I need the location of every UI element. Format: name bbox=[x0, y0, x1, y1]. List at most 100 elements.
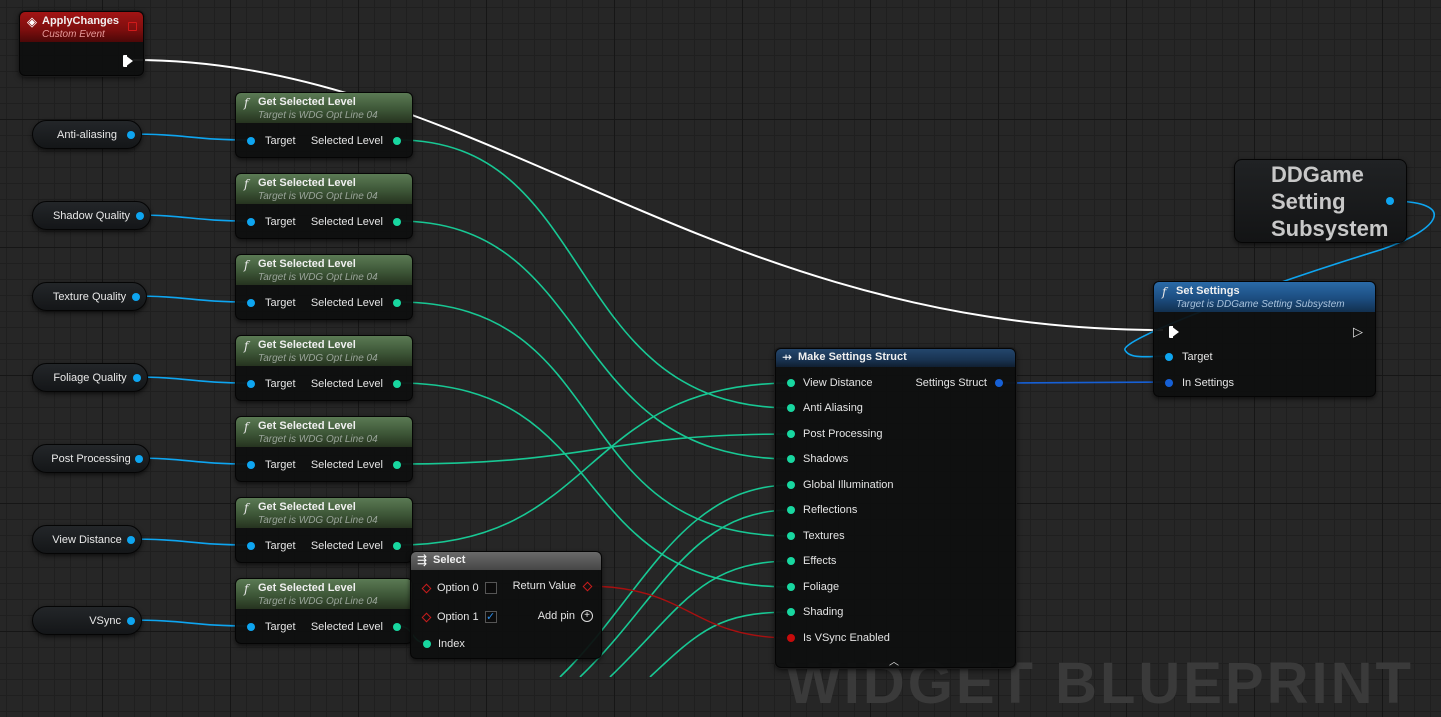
set-settings-subtitle: Target is DDGame Setting Subsystem bbox=[1176, 299, 1345, 310]
exec-out-pin[interactable] bbox=[123, 55, 133, 67]
selected-level-pin[interactable] bbox=[393, 461, 401, 469]
target-pin[interactable] bbox=[247, 137, 255, 145]
input-label: Shadows bbox=[803, 453, 849, 465]
shadow-quality-variable[interactable]: Shadow Quality bbox=[32, 201, 151, 230]
option-1-pin[interactable] bbox=[421, 612, 432, 622]
index-pin[interactable] bbox=[423, 640, 431, 648]
foliage-pin[interactable] bbox=[787, 583, 795, 591]
return-value-label: Return Value bbox=[512, 580, 576, 592]
selected-level-pin[interactable] bbox=[393, 623, 401, 631]
selected-level-label: Selected Level bbox=[310, 378, 383, 390]
target-pin[interactable] bbox=[247, 380, 255, 388]
foliage-quality-variable[interactable]: Foliage Quality bbox=[32, 363, 148, 392]
function-node-header: f Get Selected Level Target is WDG Opt Lin… bbox=[236, 93, 412, 123]
effects-pin[interactable] bbox=[787, 557, 795, 565]
selected-level-pin[interactable] bbox=[393, 299, 401, 307]
struct-input-row: Global Illumination bbox=[787, 477, 894, 493]
post-processing-variable[interactable]: Post Processing bbox=[32, 444, 150, 473]
get-selected-level-node[interactable]: f Get Selected Level Target is WDG Opt Lin… bbox=[235, 173, 413, 239]
target-pin[interactable] bbox=[247, 461, 255, 469]
view-distance-variable[interactable]: View Distance bbox=[32, 525, 142, 554]
option-1-checkbox[interactable]: ✓ bbox=[484, 611, 497, 623]
target-pin-label: Target bbox=[1182, 351, 1213, 363]
target-pin[interactable] bbox=[247, 299, 255, 307]
global-illumination-pin[interactable] bbox=[787, 481, 795, 489]
selected-level-label: Selected Level bbox=[310, 135, 383, 147]
wire-view-distance bbox=[397, 382, 792, 546]
exec-in-pin[interactable] bbox=[1169, 326, 1179, 338]
variable-label: Shadow Quality bbox=[52, 209, 131, 222]
apply-changes-event-node[interactable]: ◈ ApplyChanges Custom Event bbox=[19, 11, 144, 76]
selected-level-pin[interactable] bbox=[393, 218, 401, 226]
variable-out-pin[interactable] bbox=[127, 130, 135, 139]
make-struct-title: Make Settings Struct bbox=[798, 351, 907, 363]
selected-level-pin[interactable] bbox=[393, 137, 401, 145]
target-pin-row: Target bbox=[247, 133, 296, 149]
get-selected-level-node[interactable]: f Get Selected Level Target is WDG Opt Lin… bbox=[235, 416, 413, 482]
function-subtitle: Target is WDG Opt Line 04 bbox=[258, 191, 378, 202]
subsystem-out-pin[interactable] bbox=[1386, 197, 1394, 205]
in-settings-row: In Settings bbox=[1165, 375, 1234, 391]
ddgame-setting-subsystem-node[interactable]: DDGame Setting Subsystem bbox=[1234, 159, 1407, 243]
variable-out-pin[interactable] bbox=[127, 616, 135, 625]
variable-out-pin[interactable] bbox=[132, 292, 140, 301]
reflections-pin[interactable] bbox=[787, 506, 795, 514]
variable-out-pin[interactable] bbox=[136, 211, 144, 220]
wire-var-target bbox=[134, 214, 252, 222]
get-selected-level-node[interactable]: f Get Selected Level Target is WDG Opt Lin… bbox=[235, 254, 413, 320]
settings-struct-pin[interactable] bbox=[995, 379, 1003, 387]
get-selected-level-node[interactable]: f Get Selected Level Target is WDG Opt Lin… bbox=[235, 92, 413, 158]
in-settings-label: In Settings bbox=[1182, 377, 1234, 389]
event-delegate-pin[interactable] bbox=[128, 22, 137, 31]
selected-level-pin[interactable] bbox=[393, 542, 401, 550]
target-pin[interactable] bbox=[247, 623, 255, 631]
shadows-pin[interactable] bbox=[787, 455, 795, 463]
target-pin[interactable] bbox=[247, 542, 255, 550]
anti-aliasing-variable[interactable]: Anti-aliasing bbox=[32, 120, 142, 149]
exec-out-row: ▷ bbox=[1353, 324, 1363, 340]
in-settings-pin[interactable] bbox=[1165, 379, 1173, 387]
get-selected-level-node[interactable]: f Get Selected Level Target is WDG Opt Lin… bbox=[235, 497, 413, 563]
get-selected-level-node[interactable]: f Get Selected Level Target is WDG Opt Lin… bbox=[235, 578, 413, 644]
struct-input-row: Textures bbox=[787, 528, 845, 544]
function-node-header: f Get Selected Level Target is WDG Opt Lin… bbox=[236, 579, 412, 609]
selected-level-pin[interactable] bbox=[393, 380, 401, 388]
return-value-pin[interactable] bbox=[582, 581, 593, 591]
post-processing-pin[interactable] bbox=[787, 430, 795, 438]
textures-pin[interactable] bbox=[787, 532, 795, 540]
struct-input-row: Foliage bbox=[787, 579, 839, 595]
exec-out-pin[interactable]: ▷ bbox=[1353, 324, 1363, 340]
variable-out-pin[interactable] bbox=[127, 535, 135, 544]
input-label: Foliage bbox=[803, 581, 840, 593]
option-0-pin[interactable] bbox=[421, 583, 432, 593]
option-0-checkbox[interactable] bbox=[484, 582, 497, 594]
function-subtitle: Target is WDG Opt Line 04 bbox=[258, 110, 378, 121]
wire-shadows bbox=[397, 220, 792, 460]
function-icon: f bbox=[244, 177, 249, 191]
event-diamond-icon: ◈ bbox=[27, 14, 37, 29]
set-settings-node[interactable]: f Set Settings Target is DDGame Setting Su… bbox=[1153, 281, 1376, 397]
option-1-row: Option 1 ✓ bbox=[421, 609, 497, 625]
target-pin[interactable] bbox=[247, 218, 255, 226]
add-pin-icon[interactable]: + bbox=[581, 610, 593, 622]
is-vsync-enabled-pin[interactable] bbox=[787, 634, 795, 642]
selected-level-label: Selected Level bbox=[310, 216, 383, 228]
anti-aliasing-pin[interactable] bbox=[787, 404, 795, 412]
option-0-row: Option 0 bbox=[421, 580, 497, 596]
make-settings-struct-node[interactable]: ⇸ Make Settings Struct View Distance Anti… bbox=[775, 348, 1016, 668]
function-subtitle: Target is WDG Opt Line 04 bbox=[258, 272, 378, 283]
variable-out-pin[interactable] bbox=[135, 454, 143, 463]
shading-pin[interactable] bbox=[787, 608, 795, 616]
wire-textures bbox=[397, 301, 792, 537]
wire-return-vsync bbox=[585, 585, 792, 639]
target-pin[interactable] bbox=[1165, 353, 1173, 361]
chevron-up-icon[interactable]: ︿ bbox=[889, 653, 899, 668]
variable-out-pin[interactable] bbox=[133, 373, 141, 382]
texture-quality-variable[interactable]: Texture Quality bbox=[32, 282, 147, 311]
get-selected-level-node[interactable]: f Get Selected Level Target is WDG Opt Lin… bbox=[235, 335, 413, 401]
select-node[interactable]: ⇶ Select Option 0 Option 1 ✓ Index Return … bbox=[410, 551, 602, 659]
view-distance-pin[interactable] bbox=[787, 379, 795, 387]
vsync-variable[interactable]: VSync bbox=[32, 606, 142, 635]
input-label: View Distance bbox=[803, 377, 873, 389]
target-pin-label: Target bbox=[265, 621, 296, 633]
